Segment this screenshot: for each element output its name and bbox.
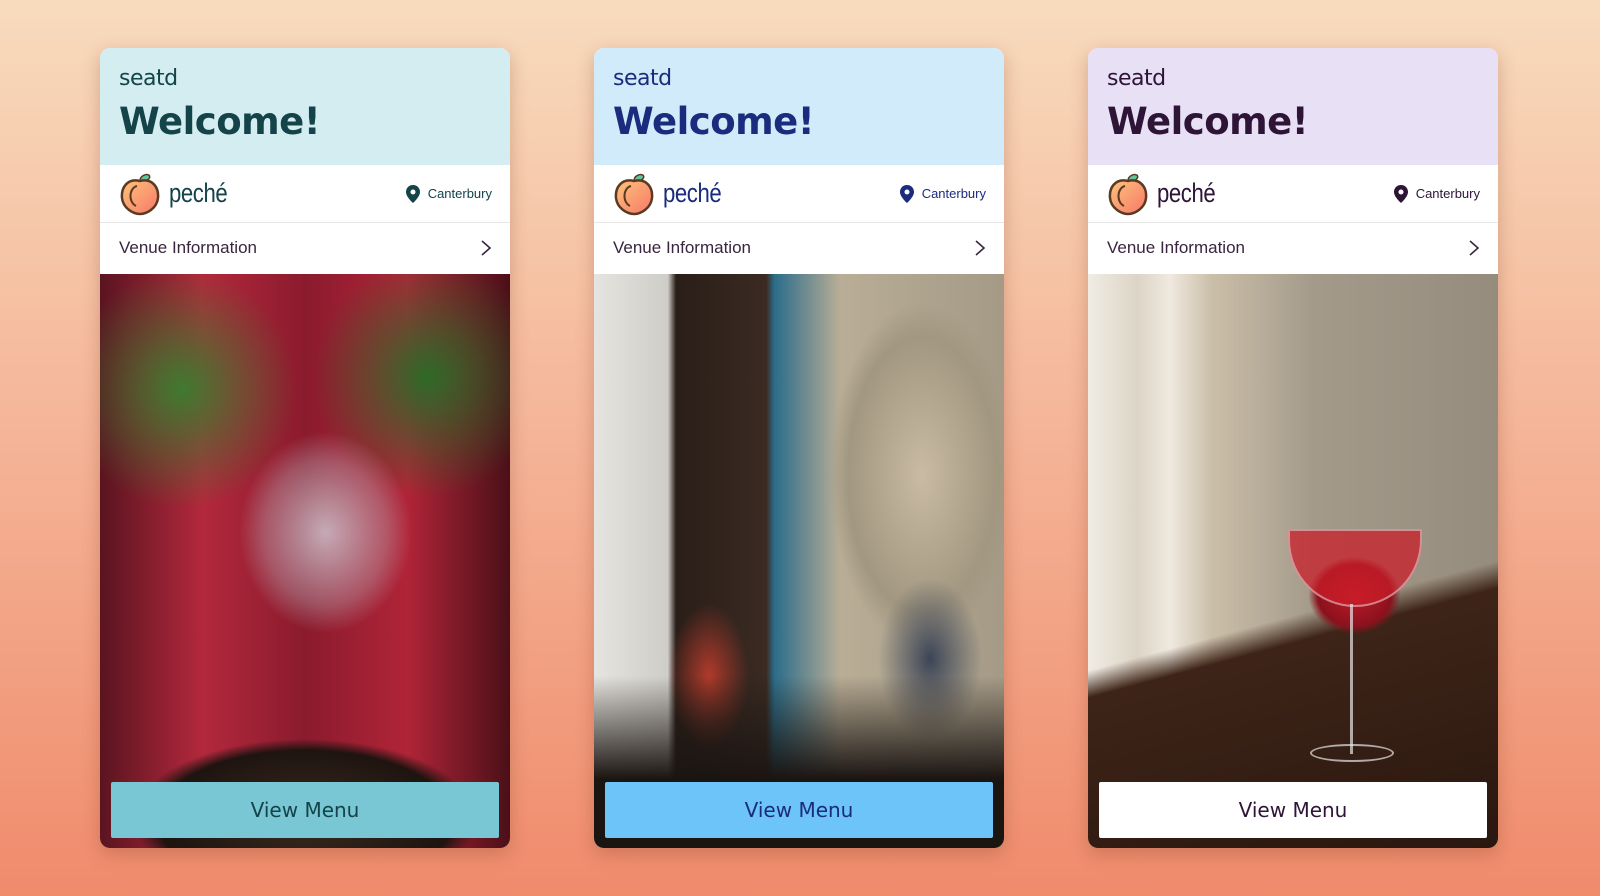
venue-information-row[interactable]: Venue Information xyxy=(594,223,1004,273)
view-menu-button[interactable]: View Menu xyxy=(1099,782,1487,838)
venue-name: peché xyxy=(169,178,228,208)
brand-logo: seatd xyxy=(119,66,178,91)
view-menu-button[interactable]: View Menu xyxy=(605,782,993,838)
map-pin-icon xyxy=(1393,184,1408,203)
bar-interior-red-photo xyxy=(100,274,510,848)
venue-card-teal: seatd Welcome! peché Canterbury Venue In… xyxy=(100,48,510,848)
venue-location: Canterbury xyxy=(899,184,986,203)
cocktail-glass-stem xyxy=(1350,604,1353,754)
venue-information-row[interactable]: Venue Information xyxy=(100,223,510,273)
welcome-heading: Welcome! xyxy=(1107,100,1309,143)
card-header: seatd Welcome! xyxy=(1088,48,1498,165)
location-label: Canterbury xyxy=(921,186,986,201)
venue-card-blue: seatd Welcome! peché Canterbury Venue In… xyxy=(594,48,1004,848)
card-header: seatd Welcome! xyxy=(100,48,510,165)
venue-information-label: Venue Information xyxy=(1107,238,1245,257)
card-header: seatd Welcome! xyxy=(594,48,1004,165)
cocktail-glass-cup xyxy=(1288,529,1422,607)
brand-logo: seatd xyxy=(613,66,672,91)
chevron-right-icon xyxy=(481,240,492,256)
brand-logo: seatd xyxy=(1107,66,1166,91)
peach-icon xyxy=(1108,173,1148,215)
peach-icon xyxy=(120,173,160,215)
location-label: Canterbury xyxy=(427,186,492,201)
peach-icon xyxy=(614,173,654,215)
venue-card-lavender: seatd Welcome! peché Canterbury Venue In… xyxy=(1088,48,1498,848)
cafe-couple-window-photo xyxy=(594,274,1004,848)
cocktail-glass-base xyxy=(1310,744,1394,762)
location-label: Canterbury xyxy=(1415,186,1480,201)
chevron-right-icon xyxy=(1469,240,1480,256)
welcome-heading: Welcome! xyxy=(613,100,815,143)
venue-location: Canterbury xyxy=(405,184,492,203)
map-pin-icon xyxy=(405,184,420,203)
map-pin-icon xyxy=(899,184,914,203)
chevron-right-icon xyxy=(975,240,986,256)
welcome-heading: Welcome! xyxy=(119,100,321,143)
venue-location: Canterbury xyxy=(1393,184,1480,203)
venue-information-label: Venue Information xyxy=(613,238,751,257)
venue-name: peché xyxy=(663,178,722,208)
venue-information-row[interactable]: Venue Information xyxy=(1088,223,1498,273)
view-menu-button[interactable]: View Menu xyxy=(111,782,499,838)
venue-row: peché Canterbury xyxy=(1088,165,1498,223)
venue-information-label: Venue Information xyxy=(119,238,257,257)
venue-row: peché Canterbury xyxy=(594,165,1004,223)
cocktail-glass-photo xyxy=(1088,274,1498,848)
venue-row: peché Canterbury xyxy=(100,165,510,223)
venue-name: peché xyxy=(1157,178,1216,208)
